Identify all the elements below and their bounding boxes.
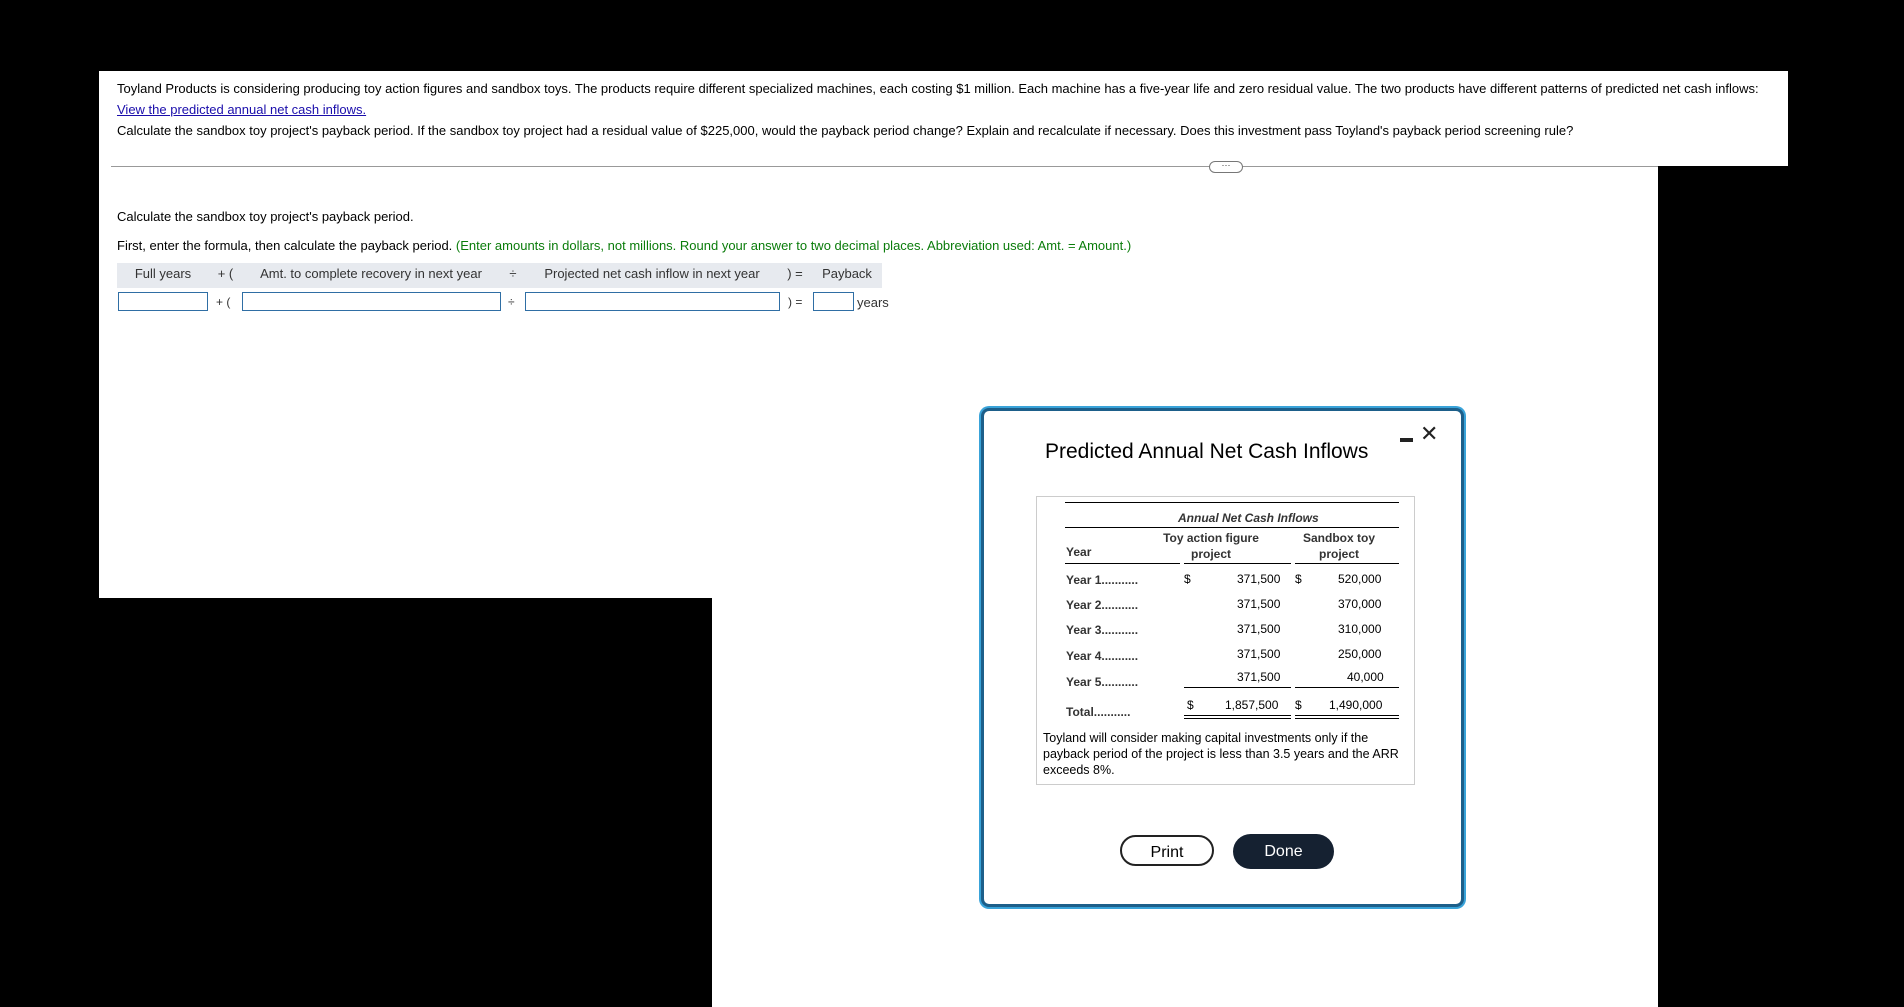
col1-header-line2: project [1190,547,1231,561]
table-cell: 371,500 [1237,622,1281,636]
table-total-label: Total........... [1066,705,1131,719]
header-close-eq: ) = [778,263,812,288]
table-cell: $ [1184,572,1191,586]
table-header: Annual Net Cash Inflows [1178,511,1319,525]
modal-title: Predicted Annual Net Cash Inflows [1045,440,1369,463]
table-row-label: Year 1........... [1066,573,1139,587]
col2-header-line2: project [1318,547,1359,561]
cash-inflows-table: Annual Net Cash Inflows Toy action figur… [1036,496,1415,785]
projected-inflow-input[interactable] [525,292,780,311]
divider [111,166,1658,167]
table-cell: $ [1295,572,1302,586]
close-eq-operator: ) = [788,295,803,309]
header-projected-inflow: Projected net cash inflow in next year [526,263,778,288]
header-amt-recovery: Amt. to complete recovery in next year [242,263,500,288]
col1-header-line1: Toy action figure [1163,531,1259,545]
col2-header-line1: Sandbox toy [1302,531,1375,545]
table-row-label: Year 3........... [1066,623,1139,637]
problem-intro: Toyland Products is considering producin… [117,81,1759,96]
amt-recovery-input[interactable] [242,292,501,311]
table-cell: $ [1295,698,1302,712]
screening-note: Toyland will consider making capital inv… [1043,731,1399,777]
table-cell: 520,000 [1338,572,1382,586]
table-cell: $ [1187,698,1194,712]
table-row-label: Year 2........... [1066,598,1139,612]
expand-more-button[interactable]: ··· [1209,161,1243,173]
cash-inflows-modal: Predicted Annual Net Cash Inflows ✕ Annu… [981,408,1464,907]
table-cell: 371,500 [1237,572,1281,586]
part-instruction: First, enter the formula, then calculate… [117,238,1131,253]
header-payback: Payback [812,263,882,288]
header-divide: ÷ [500,263,526,288]
col-year-header: Year [1066,545,1092,559]
instruction-hint: (Enter amounts in dollars, not millions.… [455,238,1132,253]
table-cell: 250,000 [1338,647,1382,661]
table-cell: 371,500 [1237,647,1281,661]
table-cell: 40,000 [1347,670,1384,684]
close-icon[interactable]: ✕ [1420,423,1438,445]
header-full-years: Full years [117,263,209,288]
years-unit: years [857,295,889,310]
table-cell: 371,500 [1237,597,1281,611]
table-cell: 1,857,500 [1225,698,1279,712]
problem-question: Calculate the sandbox toy project's payb… [117,123,1574,138]
problem-panel: Toyland Products is considering producin… [99,71,1788,166]
view-cash-inflows-link[interactable]: View the predicted annual net cash inflo… [117,102,366,117]
divide-operator: ÷ [508,295,515,309]
payback-input[interactable] [813,292,854,311]
full-years-input[interactable] [118,292,208,311]
done-button[interactable]: Done [1233,834,1334,869]
table-row-label: Year 5........... [1066,675,1139,689]
table-row-label: Year 4........... [1066,649,1139,663]
instruction-text: First, enter the formula, then calculate… [117,238,453,253]
table-cell: 310,000 [1338,622,1382,636]
print-button[interactable]: Print [1120,835,1214,866]
part-heading: Calculate the sandbox toy project's payb… [117,209,414,224]
table-cell: 1,490,000 [1329,698,1383,712]
minimize-icon[interactable] [1400,438,1413,442]
header-plus-open: + ( [209,263,242,288]
plus-open-operator: + ( [216,295,231,309]
table-cell: 370,000 [1338,597,1382,611]
table-cell: 371,500 [1237,670,1281,684]
